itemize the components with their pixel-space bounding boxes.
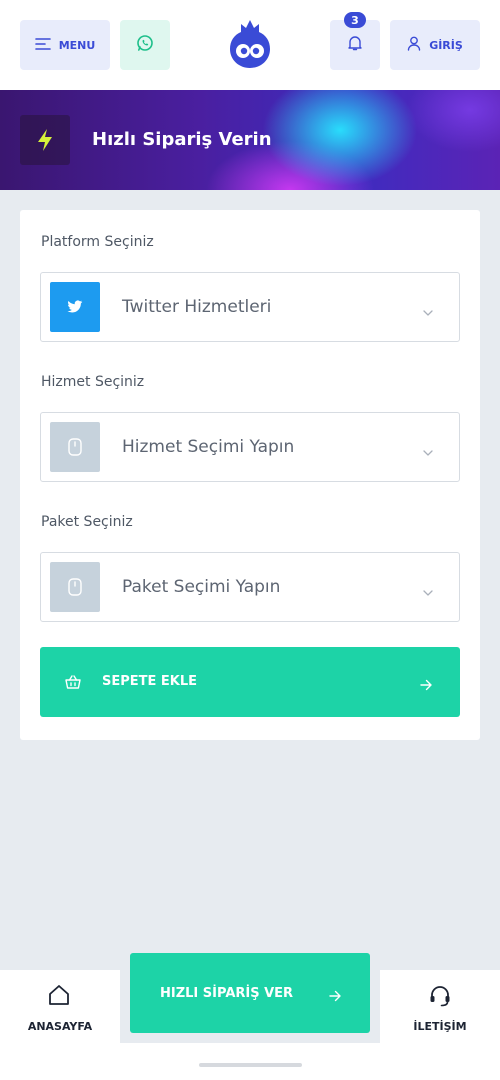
notification-badge: 3 <box>344 12 366 28</box>
add-to-cart-button[interactable]: SEPETE EKLE <box>40 647 460 717</box>
home-icon <box>48 984 70 1010</box>
nav-home-label: ANASAYFA <box>27 1020 93 1033</box>
page-banner: Hızlı Sipariş Verin <box>0 90 500 190</box>
package-label: Paket Seçiniz <box>41 514 133 530</box>
twitter-icon <box>50 282 100 332</box>
basket-icon <box>65 674 81 693</box>
quick-order-button[interactable]: HIZLI SİPARİŞ VER <box>130 953 370 1033</box>
mouse-icon <box>50 562 100 612</box>
arrow-right-icon <box>420 676 432 695</box>
login-label: GİRİŞ <box>429 38 463 52</box>
site-logo[interactable] <box>228 18 272 70</box>
package-select[interactable]: Paket Seçimi Yapın <box>40 552 460 622</box>
platform-select[interactable]: Twitter Hizmetleri <box>40 272 460 342</box>
service-label: Hizmet Seçiniz <box>41 374 145 390</box>
quick-order-card: Platform Seçiniz Twitter Hizmetleri Hizm… <box>20 210 480 740</box>
quick-order-label: HIZLI SİPARİŞ VER <box>160 986 294 1001</box>
chevron-down-icon <box>423 581 433 600</box>
page-title: Hızlı Sipariş Verin <box>92 129 272 150</box>
whatsapp-icon <box>136 34 154 56</box>
top-header: MENU 3 GİRİŞ <box>0 0 500 90</box>
package-placeholder: Paket Seçimi Yapın <box>122 577 281 597</box>
service-placeholder: Hizmet Seçimi Yapın <box>122 437 295 457</box>
platform-label: Platform Seçiniz <box>41 234 154 250</box>
headset-icon <box>428 984 452 1012</box>
lightning-icon <box>20 115 70 165</box>
service-select[interactable]: Hizmet Seçimi Yapın <box>40 412 460 482</box>
whatsapp-button[interactable] <box>120 20 170 70</box>
home-indicator <box>199 1063 302 1067</box>
login-button[interactable]: GİRİŞ <box>390 20 480 70</box>
chevron-down-icon <box>423 301 433 320</box>
notifications-button[interactable]: 3 <box>330 12 380 70</box>
chevron-down-icon <box>423 441 433 460</box>
mouse-icon <box>50 422 100 472</box>
user-icon <box>407 36 421 54</box>
add-to-cart-label: SEPETE EKLE <box>102 674 198 689</box>
nav-contact-label: İLETİŞİM <box>413 1020 467 1033</box>
bell-icon <box>347 35 363 55</box>
platform-value: Twitter Hizmetleri <box>122 297 272 317</box>
arrow-right-icon <box>329 987 341 1006</box>
menu-button[interactable]: MENU <box>20 20 110 70</box>
menu-icon <box>34 37 51 53</box>
menu-label: MENU <box>58 38 96 52</box>
nav-contact[interactable]: İLETİŞİM <box>380 970 500 1050</box>
nav-home[interactable]: ANASAYFA <box>0 970 120 1050</box>
